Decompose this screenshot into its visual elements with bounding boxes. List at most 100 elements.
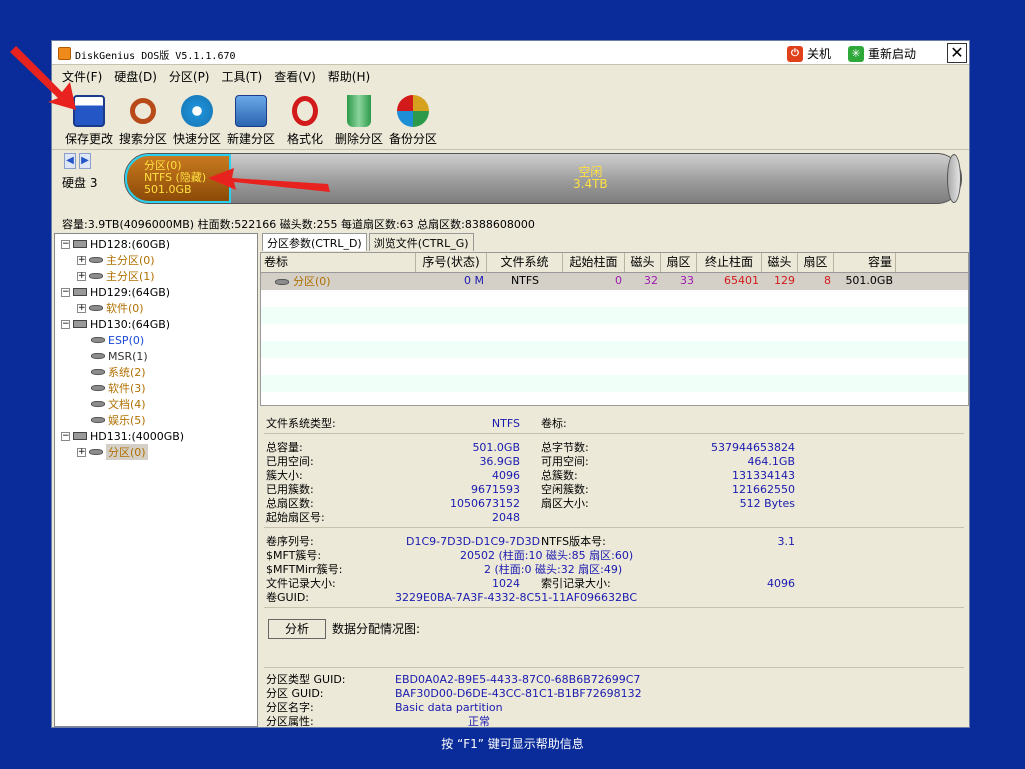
tree-partition-node[interactable]: + 主分区(0): [77, 252, 155, 268]
col-index[interactable]: 序号(状态): [416, 253, 487, 272]
analyze-button[interactable]: 分析: [268, 619, 326, 639]
tree-partition-node[interactable]: 软件(3): [91, 380, 146, 396]
tree-node-label: 系统(2): [108, 366, 146, 379]
format-icon: [292, 96, 318, 126]
disk-nav-arrows: ◀ ▶: [64, 153, 91, 169]
prev-disk-button[interactable]: ◀: [64, 153, 76, 169]
col-start-cyl[interactable]: 起始柱面: [563, 253, 625, 272]
collapse-icon[interactable]: −: [61, 431, 70, 441]
partition-name-value: Basic data partition: [395, 701, 503, 714]
used-space-value: 36.9GB: [479, 455, 520, 468]
expand-icon[interactable]: +: [77, 271, 86, 281]
volume-icon: [91, 401, 105, 407]
window-title: DiskGenius DOS版 V5.1.1.670: [75, 51, 236, 62]
cell-end-cyl: 65401: [724, 274, 759, 287]
close-button[interactable]: ✕: [947, 43, 967, 63]
tree-partition-node[interactable]: 娱乐(5): [91, 412, 146, 428]
tree-node-label: 软件(3): [108, 382, 146, 395]
new-partition-button[interactable]: 新建分区: [224, 88, 278, 148]
collapse-icon[interactable]: −: [61, 239, 70, 249]
volume-guid-value: 3229E0BA-7A3F-4332-8C51-11AF096632BC: [395, 591, 638, 604]
free-space-block[interactable]: 空闲 3.4TB: [573, 166, 608, 190]
menu-disk[interactable]: 硬盘(D): [114, 68, 157, 85]
ntfs-version-value: 3.1: [777, 535, 796, 548]
free-space-size: 3.4TB: [573, 177, 608, 191]
cell-filesystem: NTFS: [510, 274, 540, 287]
title-bar: DiskGenius DOS版 V5.1.1.670 ⏻ 关机 ✳ 重新启动 ✕: [52, 41, 969, 65]
tree-node-label: 主分区(1): [106, 270, 155, 283]
tree-node-label: 软件(0): [106, 302, 144, 315]
serial-label: 卷序列号:: [266, 535, 314, 548]
expand-icon[interactable]: +: [77, 447, 86, 457]
menu-tools[interactable]: 工具(T): [222, 68, 263, 85]
col-start-head[interactable]: 磁头: [625, 253, 661, 272]
expand-icon[interactable]: +: [77, 255, 86, 265]
col-filesystem[interactable]: 文件系统: [487, 253, 563, 272]
cell-index: 0 M: [464, 274, 484, 287]
quick-partition-button[interactable]: 快速分区: [170, 88, 224, 148]
tree-disk-node[interactable]: − HD128:(60GB): [61, 236, 170, 252]
tree-partition-node[interactable]: 文档(4): [91, 396, 146, 412]
ntfs-version-label: NTFS版本号:: [541, 535, 606, 548]
sector-size-value: 512 Bytes: [739, 497, 795, 510]
menu-file[interactable]: 文件(F): [62, 68, 102, 85]
hard-disk-icon: [73, 240, 87, 248]
tree-disk-node[interactable]: − HD130:(64GB): [61, 316, 170, 332]
col-end-cyl[interactable]: 终止柱面: [697, 253, 762, 272]
empty-row-stripe: [261, 375, 968, 392]
tree-partition-node[interactable]: + 主分区(1): [77, 268, 155, 284]
cell-start-cyl: 0: [615, 274, 622, 287]
shutdown-button[interactable]: ⏻ 关机: [787, 45, 831, 62]
col-capacity[interactable]: 容量: [834, 253, 896, 272]
col-start-sector[interactable]: 扇区: [661, 253, 697, 272]
backup-partition-button[interactable]: 备份分区: [386, 88, 440, 148]
save-changes-button[interactable]: 保存更改: [62, 88, 116, 148]
collapse-icon[interactable]: −: [61, 287, 70, 297]
partition-table: 卷标 序号(状态) 文件系统 起始柱面 磁头 扇区 终止柱面 磁头 扇区 容量 …: [260, 252, 969, 406]
divider: [264, 667, 964, 668]
tree-disk-node[interactable]: − HD131:(4000GB): [61, 428, 184, 444]
start-sector-label: 起始扇区号:: [266, 511, 325, 524]
restart-button[interactable]: ✳ 重新启动: [848, 45, 916, 62]
delete-partition-button[interactable]: 删除分区: [332, 88, 386, 148]
partition-block[interactable]: 分区(0) NTFS (隐藏) 501.0GB: [125, 154, 231, 203]
empty-row-stripe: [261, 341, 968, 358]
file-record-size-value: 1024: [492, 577, 520, 590]
total-clusters-value: 131334143: [732, 469, 795, 482]
collapse-icon[interactable]: −: [61, 319, 70, 329]
col-end-sector[interactable]: 扇区: [798, 253, 834, 272]
tree-partition-node[interactable]: + 分区(0): [77, 444, 148, 460]
mftmirr-cluster-label: $MFTMirr簇号:: [266, 563, 343, 576]
menu-view[interactable]: 查看(V): [274, 68, 316, 85]
volume-icon: [89, 257, 103, 263]
tree-partition-node[interactable]: MSR(1): [91, 348, 148, 364]
menu-help[interactable]: 帮助(H): [328, 68, 370, 85]
col-end-head[interactable]: 磁头: [762, 253, 798, 272]
tree-disk-node[interactable]: − HD129:(64GB): [61, 284, 170, 300]
free-clusters-label: 空闲簇数:: [541, 483, 589, 496]
free-space-label: 可用空间:: [541, 455, 589, 468]
col-volume-label[interactable]: 卷标: [261, 253, 416, 272]
allocation-map-label: 数据分配情况图:: [332, 622, 421, 636]
tree-partition-node[interactable]: 系统(2): [91, 364, 146, 380]
volume-icon: [275, 278, 289, 285]
tree-partition-node[interactable]: + 软件(0): [77, 300, 144, 316]
trash-icon: [347, 95, 371, 127]
expand-icon[interactable]: +: [77, 303, 86, 313]
menu-partition[interactable]: 分区(P): [169, 68, 210, 85]
hard-disk-icon: [73, 432, 87, 440]
cluster-size-label: 簇大小:: [266, 469, 303, 482]
next-disk-button[interactable]: ▶: [79, 153, 91, 169]
search-partition-button[interactable]: 搜索分区: [116, 88, 170, 148]
tab-browse-files[interactable]: 浏览文件(CTRL_G): [368, 233, 474, 251]
sector-size-label: 扇区大小:: [541, 497, 589, 510]
tree-node-label: 分区(0): [106, 444, 148, 460]
index-record-size-value: 4096: [767, 577, 795, 590]
tree-node-label: MSR(1): [108, 349, 148, 363]
tree-node-label: HD129:(64GB): [90, 285, 171, 299]
shutdown-label: 关机: [807, 47, 832, 61]
table-row[interactable]: 分区(0) 0 M NTFS 0 32 33 65401 129 8 501.0…: [261, 273, 968, 290]
format-button[interactable]: 格式化: [278, 88, 332, 148]
tree-partition-node[interactable]: ESP(0): [91, 332, 144, 348]
tab-partition-params[interactable]: 分区参数(CTRL_D): [262, 233, 367, 251]
